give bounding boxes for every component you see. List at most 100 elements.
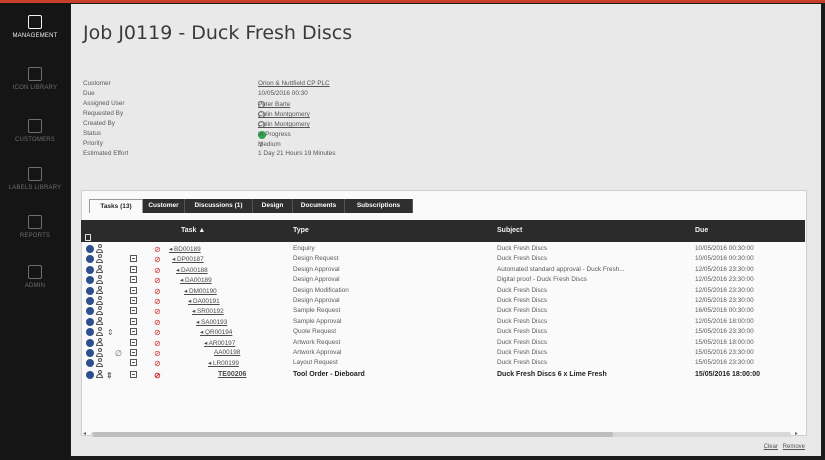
task-subject: Duck Fresh Discs (497, 317, 548, 325)
table-row[interactable]: ∅ ⊘ AA00198 Artwork Approval Duck Fresh … (81, 348, 805, 358)
scroll-right-icon[interactable]: ▸ (795, 430, 798, 437)
attachment-icon[interactable]: ∅ (115, 349, 122, 358)
task-link[interactable]: AA00198 (214, 349, 240, 356)
header-type[interactable]: Type (293, 227, 309, 234)
header-task[interactable]: Task ▲ (181, 227, 205, 234)
status-dot-icon (86, 245, 94, 253)
sidebar-item-management[interactable]: Management (0, 15, 70, 39)
table-row[interactable]: ⊘ ◂ DA00189 Design Approval Digital proo… (81, 275, 805, 285)
horizontal-scrollbar[interactable]: ◂ ▸ (81, 430, 805, 439)
detail-label: Requested By (83, 110, 124, 117)
task-due: 12/05/2016 23:30:00 (695, 276, 754, 284)
customer-link[interactable]: Orion & Nuttfield CP PLC (258, 80, 330, 87)
tab-customer[interactable]: Customer (143, 199, 185, 213)
link-icon[interactable]: ⊘ (154, 245, 163, 254)
task-type: Design Request (293, 255, 339, 263)
task-link[interactable]: TE00206 (218, 371, 246, 378)
sidebar-item-admin[interactable]: Admin (0, 265, 70, 289)
link-icon[interactable]: ⊘ (154, 328, 163, 337)
user-icon (96, 348, 103, 357)
tab-discussions[interactable]: Discussions (1) (185, 199, 253, 213)
sidebar-item-reports[interactable]: Reports (0, 215, 70, 239)
task-link[interactable]: ◂ SR00192 (192, 307, 224, 315)
table-row[interactable]: ⇕ ⊘ ◂ QR00194 Quote Request Duck Fresh D… (81, 327, 805, 337)
task-link[interactable]: ◂ BD00189 (169, 245, 201, 253)
sidebar-item-label: Labels Library (8, 185, 62, 191)
user-icon (96, 358, 103, 367)
table-row[interactable]: ⊘ ◂ DM00190 Design Modification Duck Fre… (81, 285, 805, 296)
box-icon (130, 328, 137, 336)
tab-documents[interactable]: Documents (293, 199, 345, 213)
task-link[interactable]: ◂ DM00190 (184, 287, 217, 295)
link-icon[interactable]: ⊘ (154, 359, 163, 368)
header-subject[interactable]: Subject (497, 227, 522, 234)
sidebar-item-icon-library[interactable]: Icon Library (0, 67, 70, 91)
status-dot-icon (86, 338, 94, 347)
link-icon[interactable]: ⊘ (154, 307, 163, 316)
task-subject: Duck Fresh Discs 6 x Lime Fresh (497, 370, 607, 378)
main-content: Job J0119 - Duck Fresh Discs Customer Or… (71, 4, 821, 456)
task-link[interactable]: ◂ LR00199 (208, 359, 239, 367)
clear-link[interactable]: Clear (764, 444, 778, 450)
task-due: 12/05/2016 23:30:00 (695, 265, 754, 273)
tab-tasks[interactable]: Tasks (13) (89, 199, 143, 213)
box-icon (130, 338, 137, 346)
tab-subscriptions[interactable]: Subscriptions (345, 199, 413, 213)
task-subject: Automated standard approval - Duck Fresh… (497, 265, 625, 273)
task-type: Layout Request (293, 359, 338, 367)
link-icon[interactable]: ⊘ (154, 276, 163, 285)
box-icon (130, 317, 137, 325)
task-link[interactable]: ◂ DA00189 (180, 276, 212, 284)
task-link[interactable]: ◂ DA00188 (176, 266, 208, 274)
sidebar-item-label: Reports (19, 233, 51, 239)
box-icon (130, 276, 137, 284)
table-row[interactable]: ⇕ ⊘ TE00206 Tool Order - Dieboard Duck F… (81, 369, 805, 380)
table-row[interactable]: ⊘ ◂ DA00188 Design Approval Automated st… (81, 264, 805, 275)
link-icon[interactable]: ⊘ (154, 287, 163, 296)
remove-link[interactable]: Remove (783, 444, 805, 450)
task-link[interactable]: ◂ AR00197 (204, 339, 235, 347)
scroll-thumb[interactable] (93, 432, 613, 437)
detail-label: Estimated Effort (83, 150, 129, 157)
task-link[interactable]: ◂ DA00191 (188, 297, 220, 305)
table-row[interactable]: ⊘ ◂ LR00199 Layout Request Duck Fresh Di… (81, 358, 805, 368)
table-row[interactable]: ⊘ ◂ BD00189 Enquiry Duck Fresh Discs 10/… (81, 244, 805, 254)
sidebar-item-labels-library[interactable]: Labels Library (0, 167, 70, 191)
task-subject: Digital proof - Duck Fresh Discs (497, 276, 587, 284)
sidebar-item-label: Admin (24, 283, 46, 289)
link-icon[interactable]: ⊘ (154, 255, 163, 264)
task-link[interactable]: ◂ DP00187 (172, 255, 204, 263)
status-dot-icon (86, 370, 94, 379)
link-icon[interactable]: ⊘ (154, 349, 163, 358)
task-link[interactable]: ◂ SA00193 (196, 318, 227, 326)
box-icon (130, 255, 137, 263)
link-icon[interactable]: ⊘ (154, 297, 163, 306)
table-row[interactable]: ⊘ ◂ SR00192 Sample Request Duck Fresh Di… (81, 306, 805, 316)
library-icon (28, 67, 42, 81)
table-row[interactable]: ⊘ ◂ DP00187 Design Request Duck Fresh Di… (81, 254, 805, 264)
created-by-link[interactable]: Colin Montgomery (258, 121, 310, 128)
task-due: 15/05/2016 18:00:00 (695, 370, 760, 378)
table-row[interactable]: ⊘ ◂ DA00191 Design Approval Duck Fresh D… (81, 296, 805, 306)
box-icon (130, 370, 137, 378)
table-row[interactable]: ⊘ ◂ AR00197 Artwork Request Duck Fresh D… (81, 337, 805, 348)
task-subject: Duck Fresh Discs (497, 245, 548, 252)
link-icon[interactable]: ⊘ (154, 266, 163, 275)
requested-by-link[interactable]: Colin Montgomery (258, 111, 310, 118)
sidebar-item-customers[interactable]: Customers (0, 119, 70, 143)
table-row[interactable]: ⊘ ◂ SA00193 Sample Approval Duck Fresh D… (81, 316, 805, 327)
user-icon (96, 316, 103, 326)
tab-design[interactable]: Design (253, 199, 293, 213)
task-subject: Duck Fresh Discs (497, 328, 548, 336)
link-icon[interactable]: ⊘ (154, 339, 163, 348)
status-dot-icon (86, 359, 94, 368)
link-icon[interactable]: ⊘ (154, 318, 163, 327)
status-dot-icon (86, 328, 94, 337)
link-icon[interactable]: ⊘ (154, 371, 163, 380)
assigned-user-link[interactable]: Peter Barte (258, 101, 290, 108)
scroll-left-icon[interactable]: ◂ (83, 430, 86, 437)
task-type: Artwork Approval (293, 349, 342, 356)
task-link[interactable]: ◂ QR00194 (200, 328, 232, 336)
header-due[interactable]: Due (695, 227, 708, 234)
task-due: 15/05/2016 23:30:00 (695, 349, 754, 356)
